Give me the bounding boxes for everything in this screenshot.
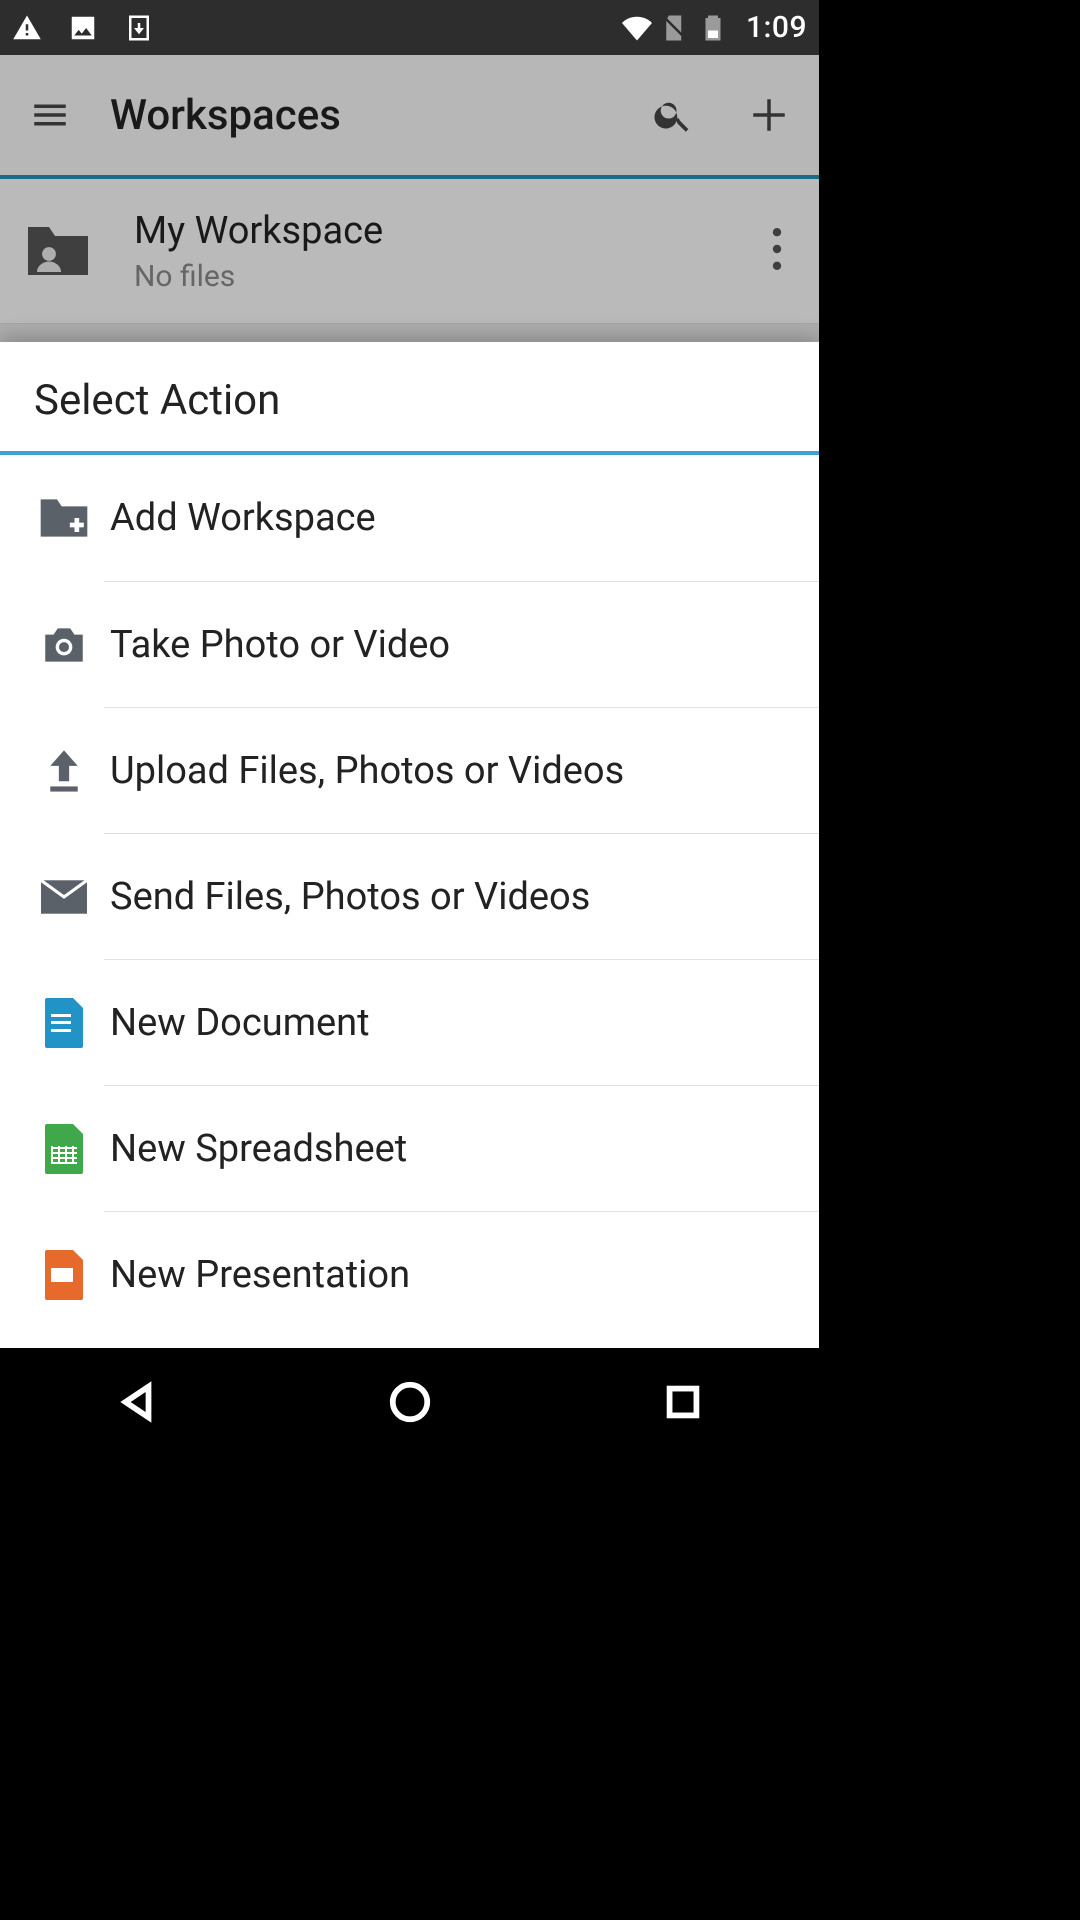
spreadsheet-icon: [0, 1124, 94, 1174]
action-new-document[interactable]: New Document: [104, 959, 819, 1085]
back-button[interactable]: [109, 1374, 165, 1430]
action-list: Add Workspace Take Photo or Video Upload…: [0, 455, 819, 1337]
status-bar: 1:09: [0, 0, 819, 55]
battery-icon: [698, 13, 728, 43]
home-button[interactable]: [382, 1374, 438, 1430]
action-new-presentation[interactable]: New Presentation: [104, 1211, 819, 1337]
action-label: New Presentation: [110, 1253, 410, 1297]
action-label: Take Photo or Video: [110, 623, 450, 667]
warning-icon: [12, 13, 42, 43]
action-take-photo[interactable]: Take Photo or Video: [104, 581, 819, 707]
status-time: 1:09: [746, 10, 807, 45]
action-upload[interactable]: Upload Files, Photos or Videos: [104, 707, 819, 833]
navigation-bar: [0, 1348, 819, 1456]
action-label: New Spreadsheet: [110, 1127, 407, 1171]
download-box-icon: [124, 13, 154, 43]
camera-icon: [0, 624, 94, 666]
recents-button[interactable]: [655, 1374, 711, 1430]
presentation-icon: [0, 1250, 94, 1300]
mail-icon: [0, 878, 94, 916]
document-icon: [0, 998, 94, 1048]
wifi-icon: [622, 13, 652, 43]
no-sim-icon: [660, 13, 690, 43]
action-new-spreadsheet[interactable]: New Spreadsheet: [104, 1085, 819, 1211]
image-icon: [68, 13, 98, 43]
action-label: New Document: [110, 1001, 370, 1045]
sheet-title: Select Action: [0, 342, 819, 451]
action-sheet: Select Action Add Workspace Take Photo o…: [0, 342, 819, 1348]
action-add-workspace[interactable]: Add Workspace: [0, 455, 819, 581]
action-label: Add Workspace: [110, 496, 376, 540]
app-background: Workspaces My Workspace No files: [0, 55, 819, 342]
action-label: Upload Files, Photos or Videos: [110, 749, 624, 793]
action-label: Send Files, Photos or Videos: [110, 875, 590, 919]
scrim-overlay[interactable]: [0, 55, 819, 342]
upload-icon: [0, 747, 94, 795]
folder-plus-icon: [34, 494, 94, 542]
action-send[interactable]: Send Files, Photos or Videos: [104, 833, 819, 959]
